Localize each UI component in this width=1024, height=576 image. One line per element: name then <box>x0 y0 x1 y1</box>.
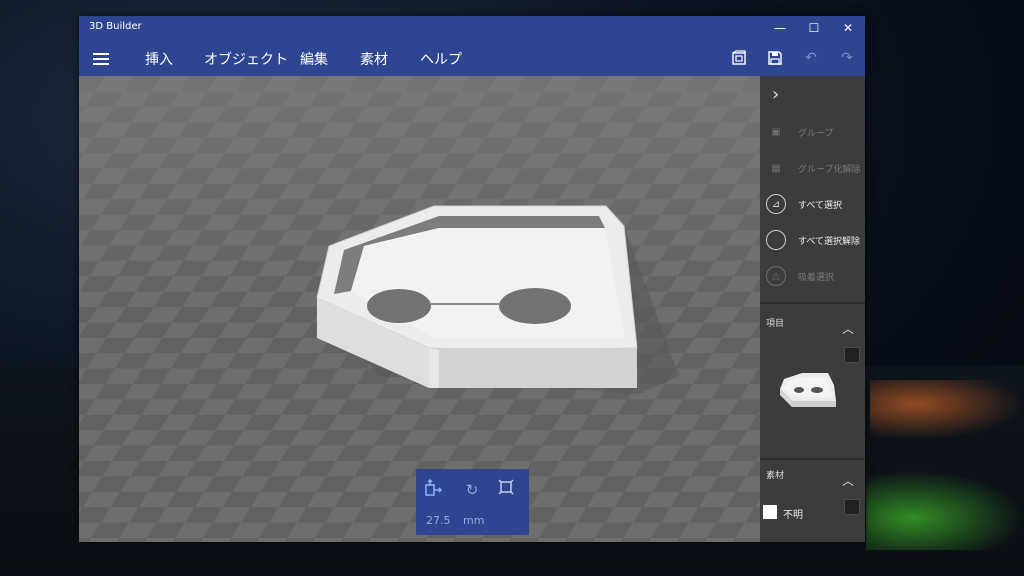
snap-select-label: 吸着選択 <box>798 273 835 283</box>
3d-view-icon[interactable] <box>729 48 749 68</box>
menu-material[interactable]: 素材 <box>360 49 388 69</box>
panel-divider-2 <box>760 458 865 460</box>
panel-divider <box>760 302 865 304</box>
chevron-up-icon[interactable]: ︿ <box>842 320 854 337</box>
hamburger-menu-icon[interactable] <box>93 50 109 66</box>
taskbar <box>0 570 1024 576</box>
ungroup-icon: ▦ <box>771 162 781 174</box>
menu-object[interactable]: オブジェクト <box>204 49 288 69</box>
group-button[interactable]: ▣ グループ <box>766 122 864 144</box>
scale-icon[interactable] <box>498 479 520 501</box>
ungroup-label: グループ化解除 <box>798 165 861 175</box>
transform-unit: mm <box>463 514 485 527</box>
maximize-button[interactable]: ☐ <box>797 16 831 40</box>
transform-value[interactable]: 27.5 <box>426 514 451 527</box>
app-window: 3D Builder — ☐ ✕ 挿入 オブジェクト 編集 素材 ヘルプ ↶ ↷ <box>79 16 865 542</box>
desktop-green-light <box>866 470 1024 550</box>
chevron-up-icon-2[interactable]: ︿ <box>842 472 854 489</box>
group-label: グループ <box>798 129 834 139</box>
snap-select-icon: △ <box>766 266 786 286</box>
transform-control: ↻ 27.5 mm <box>416 469 529 535</box>
save-icon[interactable] <box>765 48 785 68</box>
hole-right <box>499 288 571 324</box>
material-color-swatch[interactable] <box>844 499 860 515</box>
items-section-title: 項目 <box>766 319 785 329</box>
material-label: 不明 <box>783 510 803 521</box>
undo-icon[interactable]: ↶ <box>801 48 821 68</box>
group-icon: ▣ <box>771 126 781 138</box>
move-icon[interactable] <box>424 479 446 501</box>
material-white-swatch[interactable] <box>763 505 777 519</box>
minimize-button[interactable]: — <box>763 16 797 40</box>
rotate-icon[interactable]: ↻ <box>461 479 483 501</box>
model-thumbnail[interactable] <box>772 361 856 421</box>
menu-insert[interactable]: 挿入 <box>145 49 173 69</box>
snap-select-button[interactable]: △ 吸着選択 <box>766 266 864 288</box>
deselect-all-button[interactable]: すべて選択解除 <box>766 230 864 252</box>
chevron-right-icon[interactable]: › <box>772 84 779 105</box>
close-button[interactable]: ✕ <box>831 16 865 40</box>
hole-left <box>367 289 431 323</box>
menu-help[interactable]: ヘルプ <box>420 49 462 69</box>
3d-viewport[interactable]: ↻ 27.5 mm <box>79 76 760 542</box>
select-all-button[interactable]: ⊿ すべて選択 <box>766 194 864 216</box>
material-section-title: 素材 <box>766 471 785 481</box>
menu-edit[interactable]: 編集 <box>300 49 328 69</box>
redo-icon[interactable]: ↷ <box>837 48 857 68</box>
deselect-all-label: すべて選択解除 <box>798 237 861 247</box>
right-panel: › ▣ グループ ▦ グループ化解除 ⊿ すべて選択 すべて選択解除 △ 吸着選… <box>760 76 865 542</box>
deselect-all-icon <box>766 230 786 250</box>
desktop-sunset-glow <box>870 380 1024 440</box>
select-all-icon: ⊿ <box>766 194 786 214</box>
window-title: 3D Builder <box>89 21 142 32</box>
select-all-label: すべて選択 <box>798 201 843 211</box>
ungroup-button[interactable]: ▦ グループ化解除 <box>766 158 864 180</box>
menu-bar: 挿入 オブジェクト 編集 素材 ヘルプ ↶ ↷ <box>79 40 865 76</box>
title-bar: 3D Builder — ☐ ✕ <box>79 16 865 40</box>
